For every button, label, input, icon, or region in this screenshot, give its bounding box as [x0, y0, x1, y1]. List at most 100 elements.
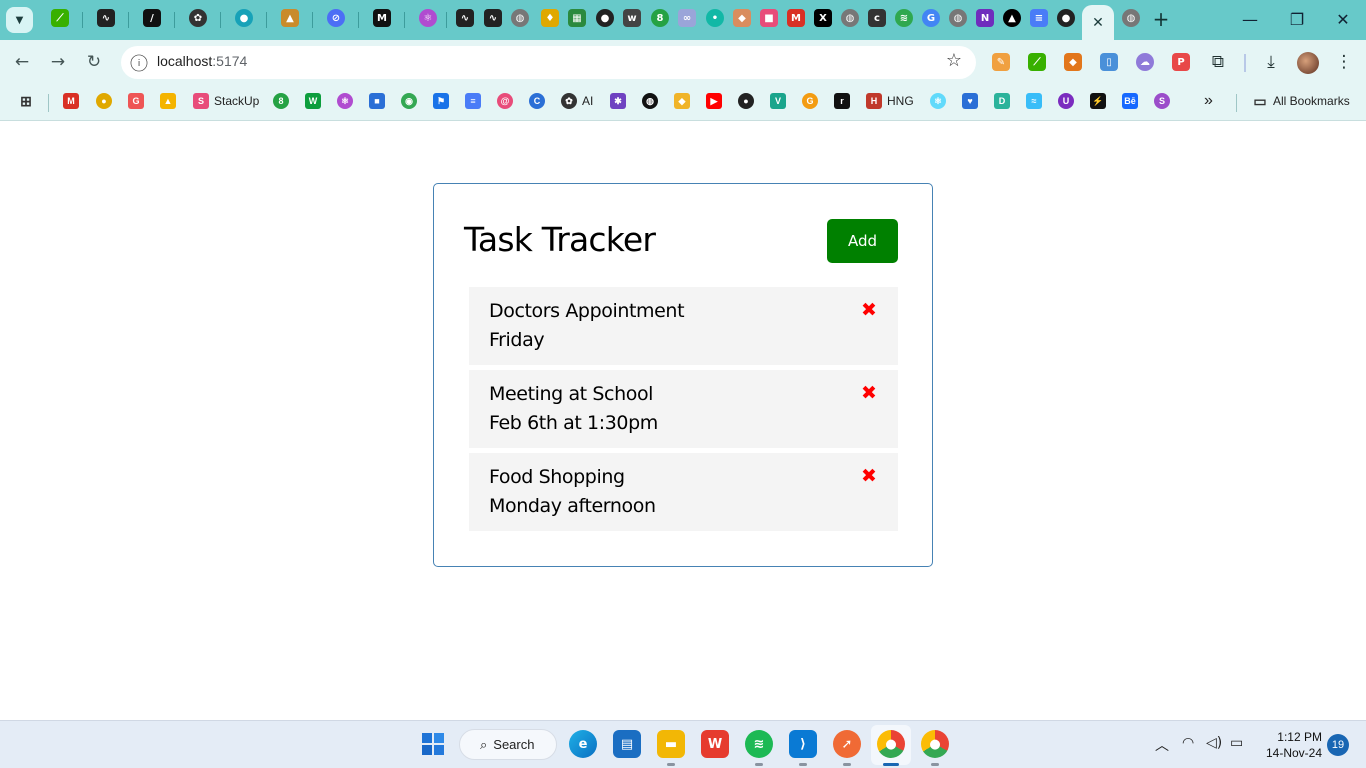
bookmark-react2[interactable]: ⚛: [930, 92, 946, 110]
bookmark-red[interactable]: G: [128, 92, 144, 110]
tab-favicon-slash[interactable]: /: [143, 9, 161, 27]
wps-office-icon[interactable]: W: [701, 730, 729, 758]
chrome-icon[interactable]: ●: [877, 730, 905, 758]
tab-favicon-gmail[interactable]: M: [787, 9, 805, 27]
bookmark-stackup[interactable]: S StackUp: [193, 92, 259, 110]
all-bookmarks-button[interactable]: ▭ All Bookmarks: [1252, 92, 1349, 110]
bookmark-gmail[interactable]: M: [63, 92, 79, 110]
bookmarks-overflow-button[interactable]: »: [1204, 92, 1213, 110]
delete-task-icon[interactable]: ✖: [860, 382, 878, 404]
file-explorer-icon[interactable]: ▬: [657, 730, 685, 758]
bookmark-layers[interactable]: ◆: [674, 92, 690, 110]
tab-favicon-orange[interactable]: ◆: [733, 9, 751, 27]
bookmark-youtube[interactable]: ▶: [706, 92, 722, 110]
metamask-icon[interactable]: ◆: [1064, 53, 1082, 71]
tab-favicon-85[interactable]: 8: [651, 9, 669, 27]
tab-favicon-globe[interactable]: ◍: [511, 9, 529, 27]
bookmark-docs[interactable]: ≡: [465, 92, 481, 110]
bookmark-chrome[interactable]: ◉: [401, 92, 417, 110]
extension-cloud-icon[interactable]: ☁: [1136, 53, 1154, 71]
download-icon[interactable]: ⤓: [1260, 51, 1282, 73]
new-tab-button[interactable]: +: [1150, 7, 1172, 31]
close-window-button[interactable]: ✕: [1328, 8, 1358, 30]
reload-button[interactable]: ↻: [82, 50, 106, 74]
tab-favicon-trend[interactable]: ∿: [484, 9, 502, 27]
tab-favicon-pink[interactable]: ■: [760, 9, 778, 27]
volume-icon[interactable]: ◁): [1206, 735, 1222, 751]
edge-icon[interactable]: e: [569, 730, 597, 758]
tab-favicon-teal[interactable]: ●: [235, 9, 253, 27]
tab-favicon-green[interactable]: ⟋: [51, 9, 69, 27]
minimize-button[interactable]: —: [1235, 8, 1265, 30]
bookmark-tailwind[interactable]: ≈: [1026, 92, 1042, 110]
tray-overflow-icon[interactable]: ︿: [1155, 735, 1169, 755]
bookmark-vuetify[interactable]: V: [770, 92, 786, 110]
battery-icon[interactable]: ▭: [1230, 735, 1243, 751]
tab-search-button[interactable]: ▼: [6, 7, 33, 33]
bookmark-swirl[interactable]: @: [497, 92, 513, 110]
bookmark-yellow[interactable]: ●: [96, 92, 112, 110]
bookmark-drive[interactable]: ▲: [160, 92, 176, 110]
task-item[interactable]: Doctors Appointment Friday ✖: [469, 287, 898, 365]
tab-favicon-triangle[interactable]: ▲: [1003, 9, 1021, 27]
forward-button[interactable]: →: [46, 50, 70, 74]
bookmark-hng[interactable]: H HNG: [866, 92, 914, 110]
extensions-puzzle-icon[interactable]: ⧉: [1207, 51, 1229, 73]
tab-favicon-purple[interactable]: N: [976, 9, 994, 27]
tab-favicon-trend[interactable]: ∿: [97, 9, 115, 27]
bookmark-ai[interactable]: ✿ AI: [561, 92, 593, 110]
site-info-icon[interactable]: i: [130, 54, 148, 72]
bookmark-globe[interactable]: ◍: [642, 92, 658, 110]
extension-green-icon[interactable]: ⟋: [1028, 53, 1046, 71]
apps-grid-icon[interactable]: ⊞: [18, 92, 34, 110]
bookmark-r[interactable]: r: [834, 92, 850, 110]
vscode-icon[interactable]: ⟩: [789, 730, 817, 758]
restore-button[interactable]: ❐: [1282, 8, 1312, 30]
tab-favicon-image[interactable]: ▦: [568, 9, 586, 27]
tab-favicon-google[interactable]: G: [922, 9, 940, 27]
url-text[interactable]: localhost:5174: [157, 53, 247, 69]
tab-favicon-x[interactable]: X: [814, 9, 832, 27]
tab-favicon-wifi[interactable]: ≋: [895, 9, 913, 27]
add-task-button[interactable]: Add: [827, 219, 898, 263]
address-bar[interactable]: i localhost:5174 ☆: [121, 46, 976, 79]
tab-favicon-blue[interactable]: ⊘: [327, 9, 345, 27]
bookmark-orange[interactable]: G: [802, 92, 818, 110]
bookmark-github[interactable]: ●: [738, 92, 754, 110]
tab-favicon-globe[interactable]: ◍: [841, 9, 859, 27]
tab-favicon-link[interactable]: ∞: [678, 9, 696, 27]
bookmark-star-icon[interactable]: ☆: [946, 50, 962, 71]
bookmark-bolt[interactable]: ⚡: [1090, 92, 1106, 110]
extension-pen-icon[interactable]: ✎: [992, 53, 1010, 71]
delete-task-icon[interactable]: ✖: [860, 465, 878, 487]
menu-kebab-icon[interactable]: ⋮: [1333, 51, 1355, 73]
profile-avatar[interactable]: [1297, 52, 1319, 74]
extension-red-icon[interactable]: P: [1172, 53, 1190, 71]
tab-favicon-docs[interactable]: ≡: [1030, 9, 1048, 27]
bookmark-react[interactable]: ⚛: [337, 92, 353, 110]
bookmark-d[interactable]: D: [994, 92, 1010, 110]
system-clock[interactable]: 1:12 PM 14-Nov-24: [1256, 729, 1322, 761]
store-icon[interactable]: ▤: [613, 730, 641, 758]
bookmark-c[interactable]: C: [529, 92, 545, 110]
tab-favicon-w[interactable]: w: [623, 9, 641, 27]
windows-start-icon[interactable]: [419, 730, 447, 758]
close-tab-icon[interactable]: ✕: [1092, 15, 1104, 31]
tab-favicon-github[interactable]: ●: [596, 9, 614, 27]
tab-favicon-react[interactable]: ⚛: [419, 9, 437, 27]
tab-favicon-css[interactable]: c: [868, 9, 886, 27]
tab-favicon-m[interactable]: M: [373, 9, 391, 27]
bookmark-behance[interactable]: Bē: [1122, 92, 1138, 110]
active-tab[interactable]: ✕: [1082, 5, 1114, 40]
tab-favicon-dma[interactable]: ▲: [281, 9, 299, 27]
bookmark-u[interactable]: U: [1058, 92, 1074, 110]
task-item[interactable]: Meeting at School Feb 6th at 1:30pm ✖: [469, 370, 898, 448]
spotify-icon[interactable]: ≋: [745, 730, 773, 758]
bookmark-heart[interactable]: ♥: [962, 92, 978, 110]
extension-doc-icon[interactable]: ▯: [1100, 53, 1118, 71]
taskbar-search[interactable]: ⌕ Search: [459, 729, 557, 760]
postman-icon[interactable]: ➚: [833, 730, 861, 758]
bookmark-blocks[interactable]: ■: [369, 92, 385, 110]
bookmark-bug[interactable]: ✱: [610, 92, 626, 110]
tab-favicon-trend[interactable]: ∿: [456, 9, 474, 27]
